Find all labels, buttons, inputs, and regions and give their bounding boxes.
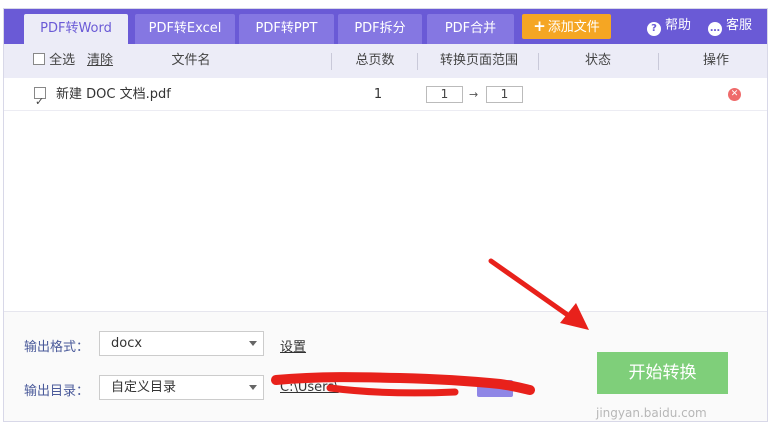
plus-icon: +: [533, 17, 546, 35]
column-divider: [658, 53, 659, 70]
select-all-label: 全选: [49, 53, 76, 68]
column-action: 操作: [702, 53, 729, 68]
output-format-select[interactable]: docx: [99, 331, 264, 356]
row-checkbox-cell[interactable]: [34, 78, 46, 118]
tab-pdf-merge[interactable]: PDF合并: [427, 14, 514, 44]
tab-pdf-to-excel[interactable]: PDF转Excel: [135, 14, 235, 44]
chevron-down-icon: [249, 341, 257, 346]
tab-pdf-to-ppt[interactable]: PDF转PPT: [239, 14, 334, 44]
table-header: 全选 清除 文件名 总页数 转换页面范围 状态 操作: [4, 44, 767, 78]
watermark-text: jingyan.baidu.com: [596, 406, 707, 420]
add-file-label: 添加文件: [547, 20, 600, 35]
customer-service-button[interactable]: … 客服: [708, 17, 753, 36]
row-total-pages: 1: [373, 87, 383, 102]
service-label: 客服: [726, 18, 753, 33]
output-format-value: docx: [111, 336, 143, 351]
table-row[interactable]: 新建 DOC 文档.pdf 1 1 → 1 ✕: [4, 78, 767, 118]
select-all-checkbox-group[interactable]: 全选: [33, 44, 75, 78]
output-dir-label: 输出目录：: [24, 384, 90, 399]
add-file-button[interactable]: + 添加文件: [522, 14, 611, 39]
column-status: 状态: [584, 53, 611, 68]
delete-icon[interactable]: ✕: [728, 88, 741, 101]
clear-label[interactable]: 清除: [87, 53, 113, 68]
app-window: PDF转Word PDF转Excel PDF转PPT PDF拆分 PDF合并 +…: [3, 8, 768, 422]
help-button[interactable]: ? 帮助: [647, 17, 692, 36]
output-dir-path-link[interactable]: C:\Users\: [280, 380, 339, 395]
column-divider: [417, 53, 418, 70]
tab-pdf-to-word[interactable]: PDF转Word: [24, 14, 128, 44]
column-page-range: 转换页面范围: [439, 53, 518, 68]
output-settings-panel: 输出格式： docx 设置 输出目录： 自定义目录 C:\Users\ 开始转换…: [4, 311, 767, 421]
range-arrow: →: [469, 88, 479, 101]
select-all-checkbox[interactable]: [33, 53, 45, 65]
output-dir-value: 自定义目录: [111, 380, 177, 395]
column-divider: [331, 53, 332, 70]
column-divider: [538, 53, 539, 70]
open-folder-button[interactable]: [477, 380, 513, 397]
row-checkbox[interactable]: [34, 85, 46, 118]
top-toolbar: PDF转Word PDF转Excel PDF转PPT PDF拆分 PDF合并 +…: [4, 9, 767, 44]
clear-link[interactable]: 清除: [87, 44, 113, 78]
question-icon: ?: [647, 22, 661, 36]
range-to-input[interactable]: 1: [486, 86, 523, 103]
help-label: 帮助: [665, 18, 692, 33]
chevron-down-icon: [249, 385, 257, 390]
range-from-input[interactable]: 1: [426, 86, 463, 103]
tab-pdf-split[interactable]: PDF拆分: [338, 14, 422, 44]
column-filename: 文件名: [171, 53, 211, 68]
start-convert-button[interactable]: 开始转换: [597, 352, 728, 394]
chat-bubble-icon: …: [708, 22, 722, 36]
row-filename: 新建 DOC 文档.pdf: [56, 87, 171, 102]
column-total-pages: 总页数: [355, 53, 395, 68]
output-dir-select[interactable]: 自定义目录: [99, 375, 264, 400]
settings-link[interactable]: 设置: [280, 336, 306, 355]
output-format-label: 输出格式：: [24, 340, 90, 355]
